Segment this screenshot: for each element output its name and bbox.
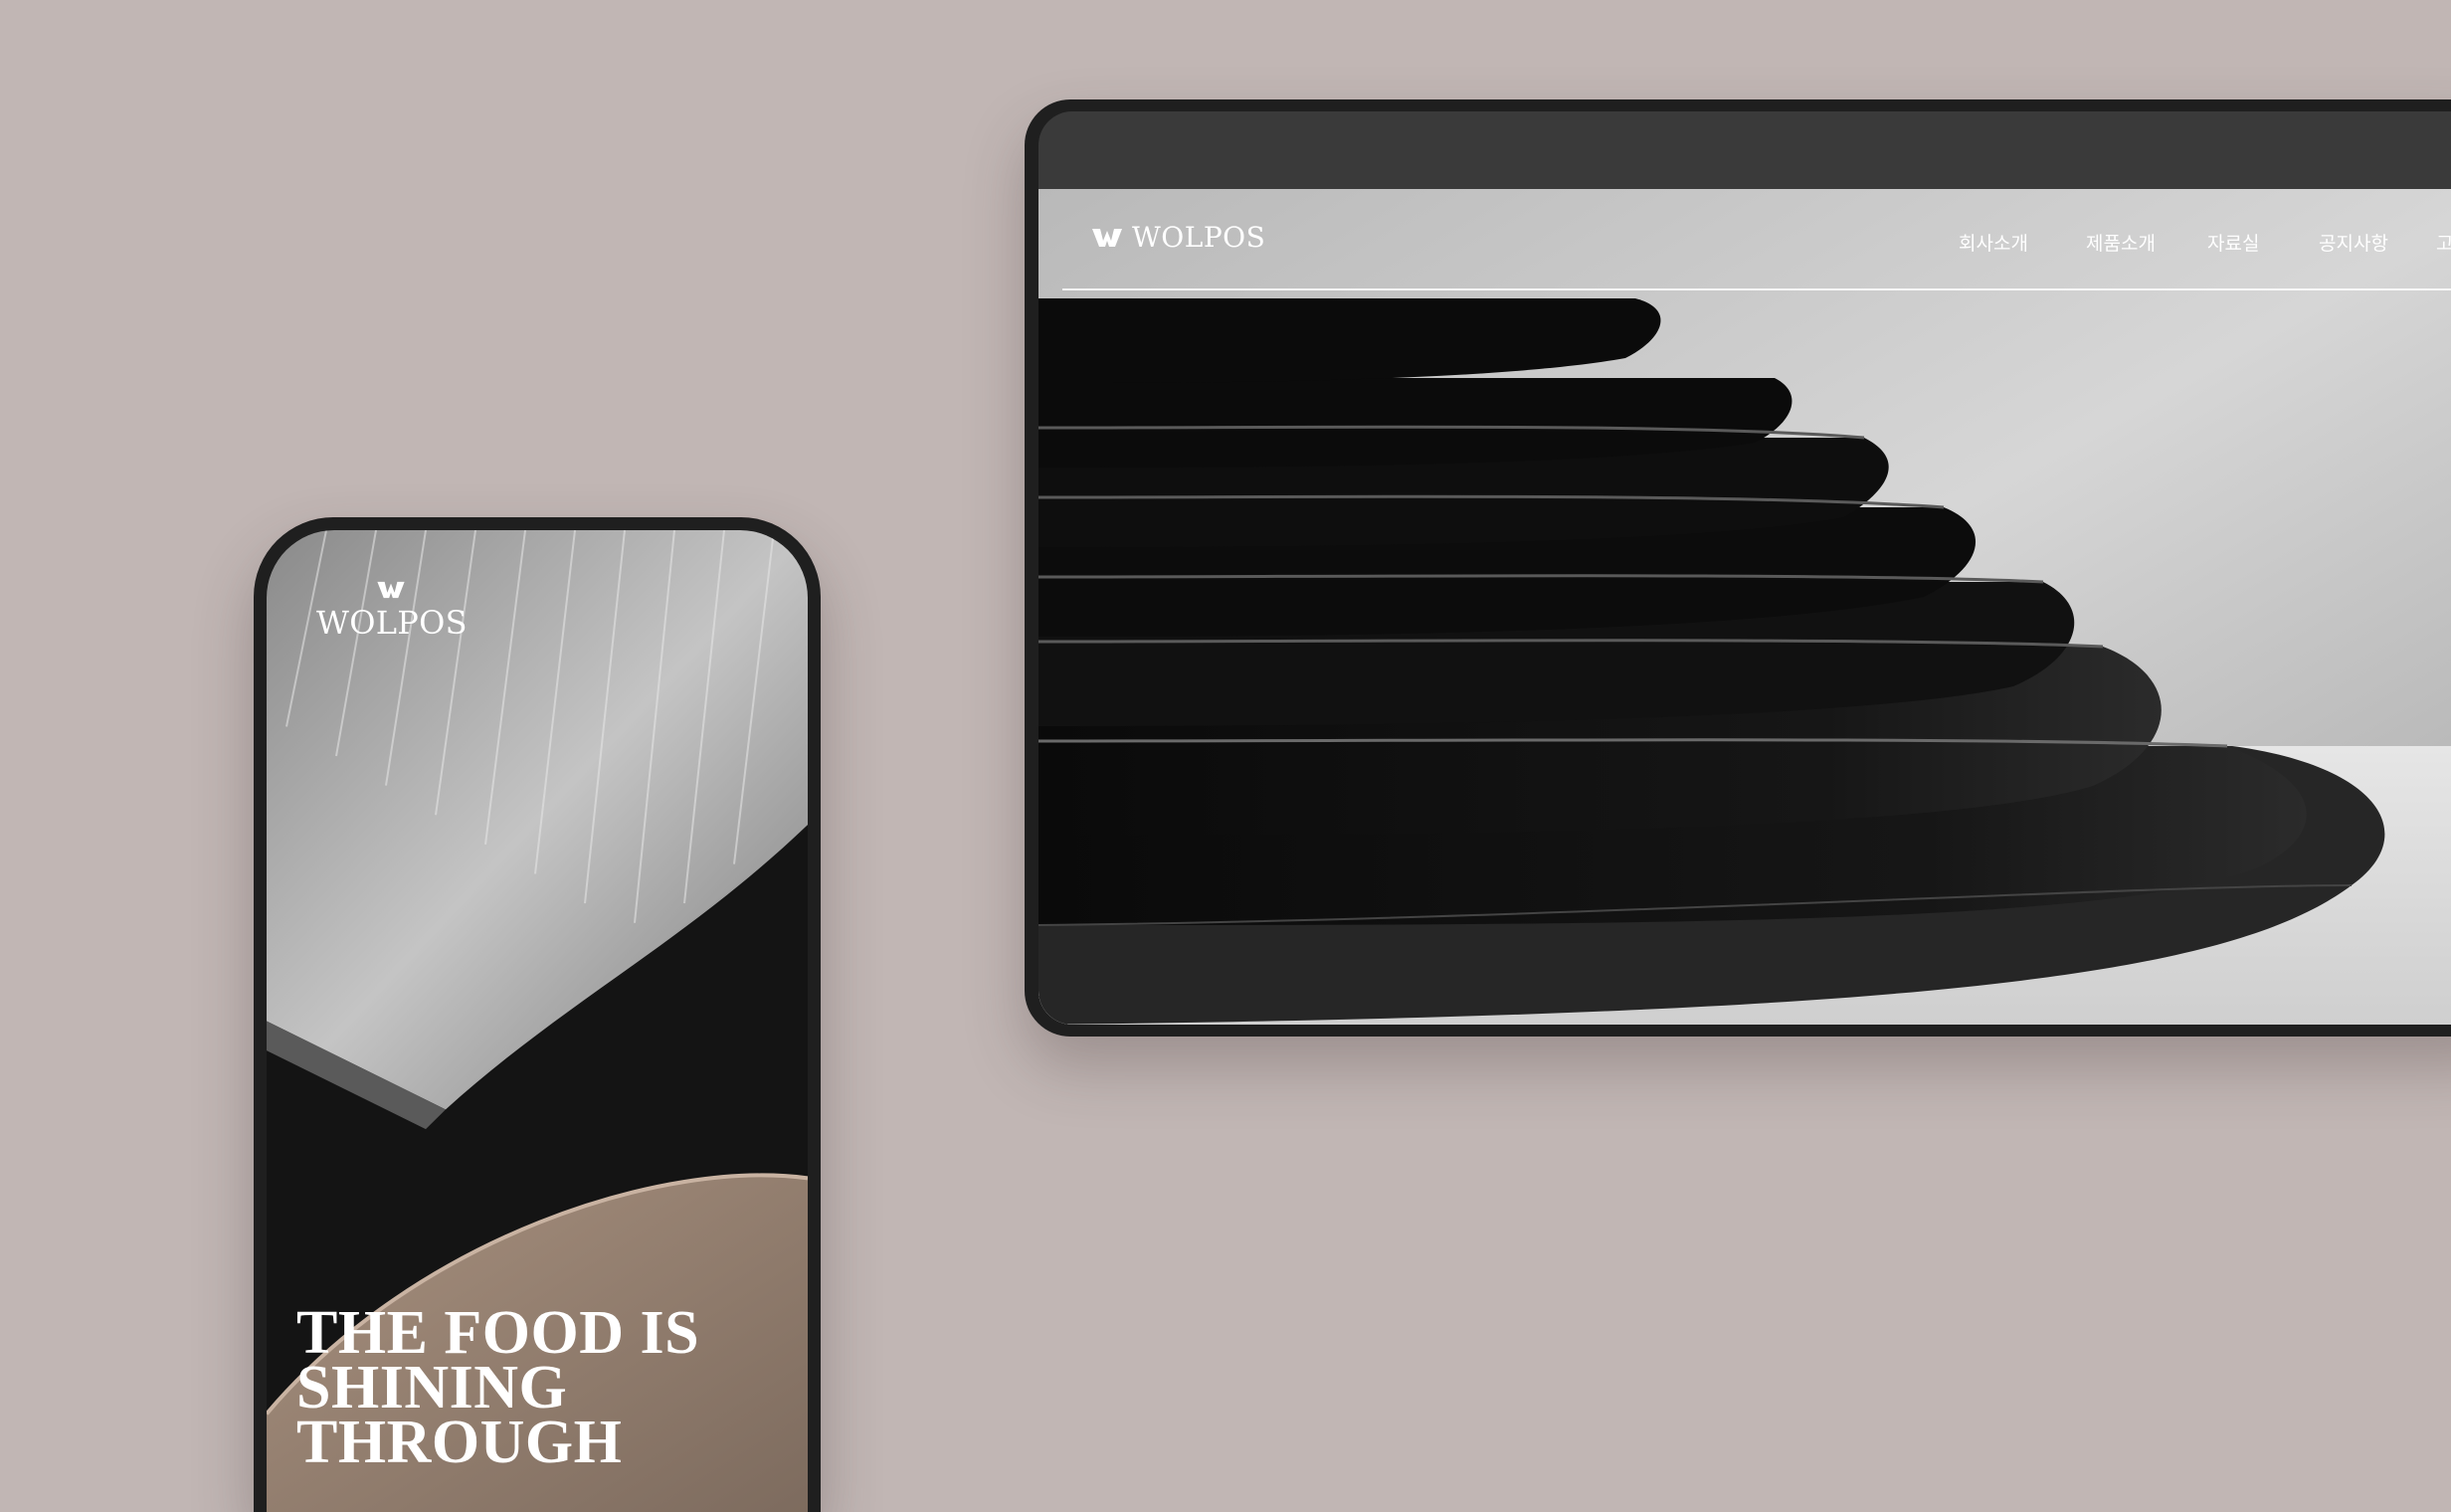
header-divider — [1062, 288, 2451, 290]
site-logo[interactable]: WOLPOS — [1092, 221, 1265, 254]
desktop-website-screen: WOLPOS 회사소개 제품소개 자료실 공지사항 고 — [1038, 189, 2451, 1025]
hero-headline: THE FOOD IS SHINING THROUGH — [296, 1299, 754, 1476]
nav-item-products[interactable]: 제품소개 — [2086, 229, 2156, 256]
nav-item-notices[interactable]: 공지사항 — [2319, 229, 2388, 256]
nav-item-company[interactable]: 회사소개 — [1959, 229, 2028, 256]
w-logo-icon — [1092, 228, 1122, 247]
headline-line-3: THROUGH — [296, 1409, 623, 1476]
w-logo-icon — [377, 581, 405, 599]
headline-line-1: THE FOOD IS — [296, 1299, 700, 1367]
site-header: WOLPOS 회사소개 제품소개 자료실 공지사항 고 — [1038, 189, 2451, 290]
stacked-plates-hero-image — [1038, 189, 2451, 1025]
desktop-device-frame: WOLPOS 회사소개 제품소개 자료실 공지사항 고 — [1025, 99, 2451, 1037]
phone-device-frame: WOLPOS THE FOOD IS SHINING THROUGH — [254, 517, 821, 1512]
mobile-logo[interactable]: WOLPOS — [316, 580, 468, 642]
logo-wordmark: WOLPOS — [316, 604, 468, 642]
nav-item-resources[interactable]: 자료실 — [2207, 229, 2259, 256]
mobile-website-screen: WOLPOS THE FOOD IS SHINING THROUGH — [267, 530, 808, 1512]
browser-top-bar — [1038, 111, 2451, 189]
nav-item-cut-off[interactable]: 고 — [2436, 229, 2451, 256]
logo-wordmark: WOLPOS — [1132, 221, 1266, 254]
headline-line-2: SHINING — [296, 1354, 568, 1421]
